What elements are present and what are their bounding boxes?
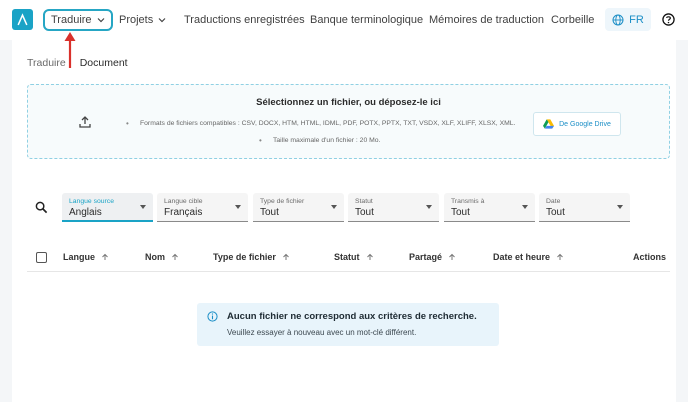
breadcrumb: Traduire Document — [27, 57, 128, 69]
caret-down-icon — [522, 205, 528, 209]
filter-date[interactable]: Date Tout — [539, 193, 630, 222]
filter-type-de-fichier[interactable]: Type de fichier Tout — [253, 193, 344, 222]
nav-traduire-label: Traduire — [51, 14, 92, 26]
filter-label: Statut — [355, 198, 373, 205]
column-label: Partagé — [409, 252, 443, 262]
chevron-down-icon — [97, 18, 104, 23]
filter-langue-source[interactable]: Langue source Anglais — [62, 193, 153, 222]
column-label: Actions — [633, 252, 667, 262]
top-nav: Traduire Projets Traductions enregistrée… — [0, 0, 688, 40]
caret-down-icon — [235, 205, 241, 209]
breadcrumb-document: Document — [79, 57, 128, 69]
info-icon — [207, 311, 218, 322]
filter-statut[interactable]: Statut Tout — [348, 193, 439, 222]
lambda-logo-icon — [17, 13, 28, 26]
nav-traductions-enregistrees[interactable]: Traductions enregistrées — [184, 0, 305, 40]
chevron-down-icon — [158, 18, 166, 23]
file-dropzone[interactable]: Sélectionnez un fichier, ou déposez-le i… — [27, 84, 670, 159]
filter-value: Français — [164, 207, 203, 218]
column-statut[interactable]: Statut — [334, 252, 374, 262]
table-header: Langue Nom Type de fichier Statut Partag… — [27, 244, 670, 272]
filter-value: Anglais — [69, 207, 102, 218]
filter-label: Langue cible — [164, 198, 203, 205]
right-gutter — [676, 40, 688, 402]
filter-value: Tout — [546, 207, 565, 218]
nav-traduire[interactable]: Traduire — [43, 9, 113, 31]
column-partage[interactable]: Partagé — [409, 252, 456, 262]
filter-label: Type de fichier — [260, 198, 305, 205]
filter-value: Tout — [355, 207, 374, 218]
google-drive-label: De Google Drive — [559, 120, 611, 128]
empty-state-subtitle: Veuillez essayer à nouveau avec un mot-c… — [227, 328, 417, 337]
sort-arrow-up-icon — [366, 253, 373, 260]
column-langue[interactable]: Langue — [63, 252, 109, 262]
nav-corbeille-label: Corbeille — [551, 14, 595, 26]
language-selector[interactable]: FR — [605, 8, 651, 31]
help-icon[interactable] — [662, 13, 675, 26]
nav-projets-label: Projets — [119, 14, 154, 26]
caret-down-icon — [426, 205, 432, 209]
caret-down-icon — [140, 205, 146, 209]
dropzone-formats: Formats de fichiers compatibles : CSV, D… — [126, 119, 515, 128]
app-logo[interactable] — [12, 9, 33, 30]
filter-transmis-a[interactable]: Transmis à Tout — [444, 193, 535, 222]
column-nom[interactable]: Nom — [145, 252, 179, 262]
filter-label: Transmis à — [451, 198, 485, 205]
nav-corbeille[interactable]: Corbeille — [551, 0, 594, 40]
sort-arrow-up-icon — [557, 253, 563, 260]
nav-memoires-de-traduction[interactable]: Mémoires de traduction — [429, 0, 544, 40]
caret-down-icon — [617, 205, 623, 209]
sort-arrow-up-icon — [283, 253, 289, 260]
nav-banque-terminologique-label: Banque terminologique — [310, 14, 424, 26]
dropzone-title: Sélectionnez un fichier, ou déposez-le i… — [256, 97, 441, 108]
empty-state-banner: Aucun fichier ne correspond aux critères… — [197, 303, 499, 346]
nav-memoires-de-traduction-label: Mémoires de traduction — [429, 14, 544, 26]
column-date-et-heure[interactable]: Date et heure — [493, 252, 564, 262]
sort-arrow-up-icon — [172, 253, 178, 260]
column-type-de-fichier[interactable]: Type de fichier — [213, 252, 290, 262]
filter-label: Date — [546, 198, 561, 205]
search-icon — [35, 201, 48, 213]
column-label: Nom — [145, 252, 165, 262]
nav-traductions-enregistrees-label: Traductions enregistrées — [184, 14, 305, 26]
search-button[interactable] — [27, 193, 56, 221]
empty-state-title: Aucun fichier ne correspond aux critères… — [227, 311, 477, 322]
breadcrumb-traduire[interactable]: Traduire — [27, 57, 66, 69]
filter-value: Tout — [451, 207, 470, 218]
caret-down-icon — [331, 205, 337, 209]
left-gutter — [0, 40, 12, 402]
nav-banque-terminologique[interactable]: Banque terminologique — [310, 0, 423, 40]
globe-icon — [612, 14, 624, 25]
upload-icon — [79, 116, 91, 128]
google-drive-icon — [543, 119, 555, 129]
sort-arrow-up-icon — [449, 253, 455, 260]
google-drive-button[interactable]: De Google Drive — [533, 112, 621, 136]
filter-langue-cible[interactable]: Langue cible Français — [157, 193, 248, 222]
nav-projets[interactable]: Projets — [119, 0, 166, 40]
select-all-checkbox[interactable] — [36, 252, 47, 263]
column-label: Statut — [334, 252, 360, 262]
sort-arrow-up-icon — [102, 253, 108, 260]
column-label: Type de fichier — [213, 252, 276, 262]
dropzone-max-size: Taille maximale d'un fichier : 20 Mo. — [259, 136, 381, 145]
filter-value: Tout — [260, 207, 279, 218]
column-label: Date et heure — [493, 252, 551, 262]
language-label: FR — [629, 13, 644, 26]
column-actions: Actions — [633, 252, 666, 262]
filter-label: Langue source — [69, 198, 114, 205]
column-label: Langue — [63, 252, 96, 262]
